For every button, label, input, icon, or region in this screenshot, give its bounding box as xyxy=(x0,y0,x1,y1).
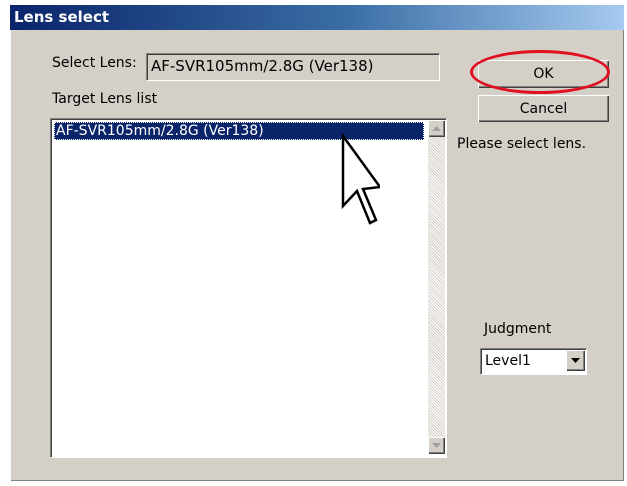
title-bar[interactable]: Lens select xyxy=(10,5,624,30)
ok-button[interactable]: OK xyxy=(478,60,609,88)
judgment-value: Level1 xyxy=(485,353,531,369)
selected-lens-field: AF-SVR105mm/2.8G (Ver138) xyxy=(146,53,440,81)
mouse-pointer-icon xyxy=(341,133,380,225)
scroll-down-button[interactable] xyxy=(428,437,445,454)
cancel-button[interactable]: Cancel xyxy=(478,95,609,122)
judgment-select[interactable]: Level1 xyxy=(480,348,587,375)
selected-lens-value: AF-SVR105mm/2.8G (Ver138) xyxy=(151,57,374,75)
vertical-scrollbar[interactable] xyxy=(428,120,445,454)
scroll-up-button[interactable] xyxy=(428,120,445,137)
scroll-up-arrow-icon xyxy=(432,126,441,131)
lens-select-dialog: Lens select Select Lens: AF-SVR105mm/2.8… xyxy=(10,5,624,481)
target-lens-listbox[interactable]: AF-SVR105mm/2.8G (Ver138) xyxy=(50,118,447,458)
chevron-down-icon xyxy=(571,358,580,363)
window-title: Lens select xyxy=(14,8,110,26)
target-lens-list-label: Target Lens list xyxy=(52,91,158,107)
judgment-dropdown-button[interactable] xyxy=(566,350,585,371)
judgment-label: Judgment xyxy=(484,321,552,337)
scroll-down-arrow-icon xyxy=(432,443,441,448)
status-message: Please select lens. xyxy=(457,136,587,152)
select-lens-label: Select Lens: xyxy=(52,55,137,71)
